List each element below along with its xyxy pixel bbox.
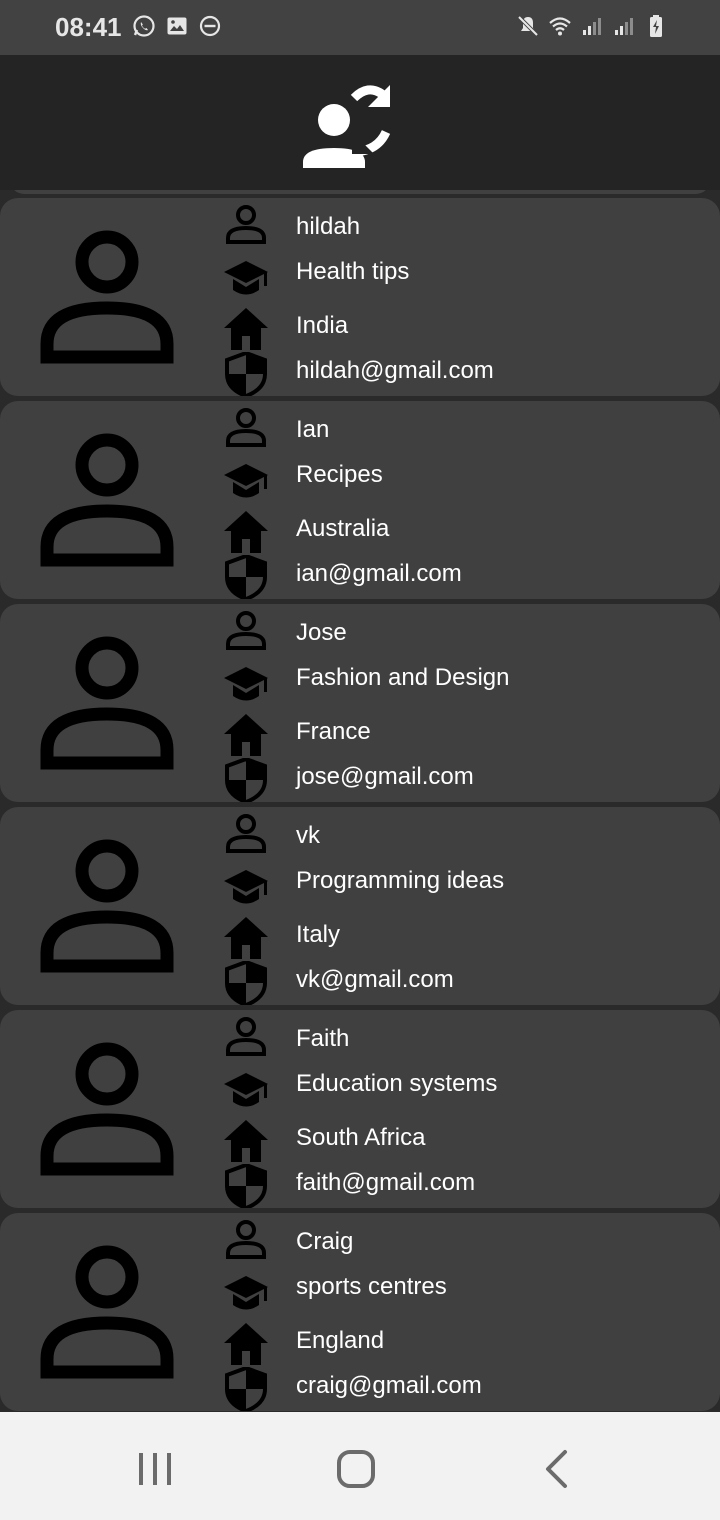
person-icon (226, 205, 266, 244)
refresh-user-icon[interactable] (300, 80, 394, 170)
recents-button[interactable] (130, 1444, 180, 1494)
contact-category: Education systems (296, 1070, 498, 1097)
contact-list[interactable]: hildah Health tips India hildah@gmail.co… (0, 190, 720, 1412)
navigation-bar (0, 1412, 720, 1520)
contact-email: craig@gmail.com (296, 1372, 482, 1399)
shield-icon (225, 758, 267, 802)
person-icon (226, 408, 266, 447)
contact-card[interactable]: vk Programming ideas Italy vk@gmail.com (0, 807, 720, 1005)
contact-country: France (296, 718, 371, 745)
contact-email: faith@gmail.com (296, 1169, 476, 1196)
home-icon (224, 511, 268, 553)
person-avatar-icon (40, 636, 174, 770)
shield-icon (225, 352, 267, 396)
contact-email: jose@gmail.com (296, 763, 474, 790)
home-icon (224, 1323, 268, 1365)
person-icon (226, 814, 266, 853)
contact-category: sports centres (296, 1273, 447, 1300)
contact-card[interactable]: Craig sports centres England craig@gmail… (0, 1213, 720, 1411)
image-icon (167, 17, 187, 35)
contact-email: ian@gmail.com (296, 560, 462, 587)
contact-card[interactable]: Ian Recipes Australia ian@gmail.com (0, 401, 720, 599)
contact-name: Craig (296, 1228, 354, 1255)
do-not-disturb-icon (199, 15, 221, 37)
school-icon (224, 1073, 268, 1107)
person-avatar-icon (40, 1245, 174, 1379)
person-avatar-icon (40, 433, 174, 567)
contact-card[interactable]: Faith Education systems South Africa fai… (0, 1010, 720, 1208)
home-icon (224, 1120, 268, 1162)
shield-icon (225, 1367, 267, 1411)
contact-country: Australia (296, 515, 390, 542)
contact-category: Programming ideas (296, 867, 505, 894)
person-icon (226, 1017, 266, 1056)
school-icon (224, 464, 268, 498)
contact-name: Jose (296, 619, 347, 646)
app-bar (0, 55, 720, 190)
home-icon (224, 308, 268, 350)
contact-country: South Africa (296, 1124, 426, 1151)
home-icon (224, 917, 268, 959)
school-icon (224, 870, 268, 904)
school-icon (224, 667, 268, 701)
contact-category: Fashion and Design (296, 664, 510, 691)
status-time: 08:41 (55, 12, 122, 42)
contact-card[interactable]: hildah Health tips India hildah@gmail.co… (0, 198, 720, 396)
wifi-icon (549, 17, 571, 36)
contact-name: vk (296, 822, 320, 849)
signal-icon (615, 18, 633, 35)
person-icon (226, 611, 266, 650)
home-icon (224, 714, 268, 756)
contact-country: England (296, 1327, 385, 1354)
contact-name: Faith (296, 1025, 350, 1052)
signal-icon (583, 18, 601, 35)
person-avatar-icon (40, 230, 174, 364)
contact-card[interactable]: Jose Fashion and Design France jose@gmai… (0, 604, 720, 802)
contact-category: Health tips (296, 258, 410, 285)
mute-icon (517, 15, 539, 37)
contact-name: hildah (296, 213, 361, 240)
contact-name: Ian (296, 416, 330, 443)
person-avatar-icon (40, 839, 174, 973)
contact-category: Recipes (296, 461, 383, 488)
status-bar: 08:41 (0, 0, 720, 55)
person-avatar-icon (40, 1042, 174, 1176)
school-icon (224, 1276, 268, 1310)
home-button[interactable] (331, 1444, 381, 1494)
whatsapp-icon (133, 15, 155, 37)
back-button[interactable] (533, 1444, 583, 1494)
contact-email: hildah@gmail.com (296, 357, 494, 384)
contact-email: vk@gmail.com (296, 966, 454, 993)
shield-icon (225, 1164, 267, 1208)
shield-icon (225, 555, 267, 599)
contact-country: India (296, 312, 349, 339)
contact-country: Italy (296, 921, 341, 948)
battery-icon (650, 15, 662, 37)
card-partial (10, 190, 710, 194)
person-icon (226, 1220, 266, 1259)
school-icon (224, 261, 268, 295)
shield-icon (225, 961, 267, 1005)
